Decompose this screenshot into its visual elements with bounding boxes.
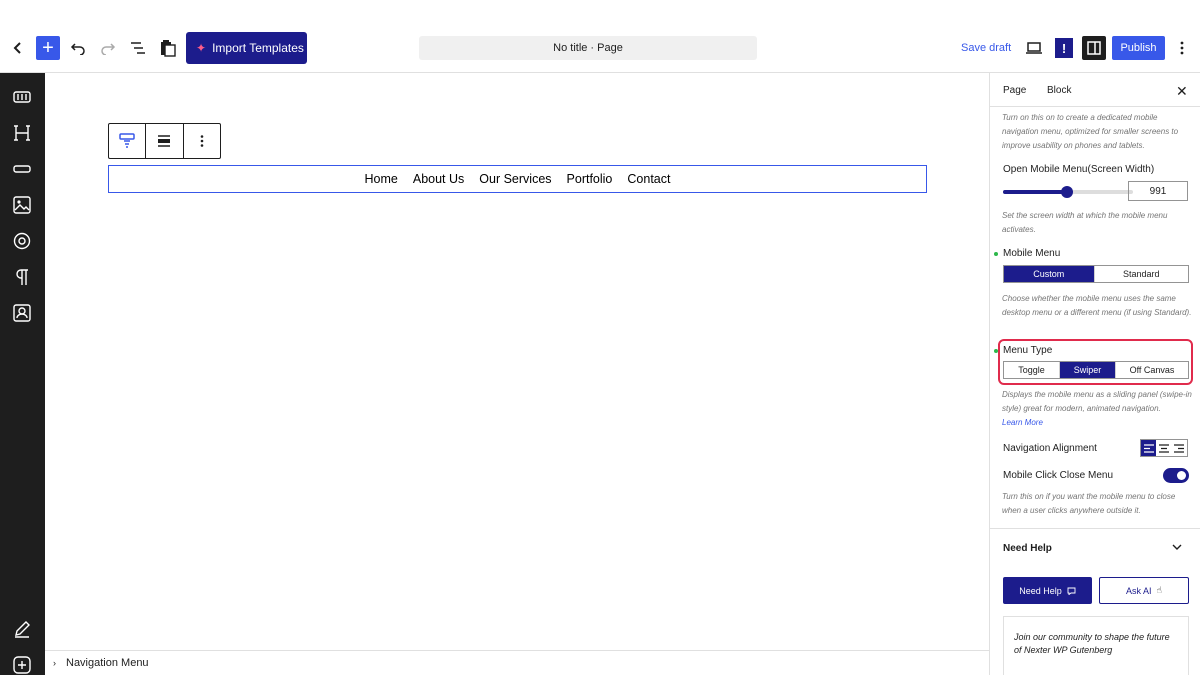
mobile-menu-standard-button[interactable]: Standard — [1095, 266, 1188, 282]
screen-width-slider[interactable] — [1003, 186, 1133, 198]
document-title-text: No title · Page — [553, 42, 623, 54]
align-right-button[interactable] — [1172, 440, 1187, 456]
mobile-menu-custom-button[interactable]: Custom — [1004, 266, 1095, 282]
menu-type-help-text: Displays the mobile menu as a sliding pa… — [1002, 390, 1192, 413]
panel-tabs: Page Block ✕ — [990, 73, 1200, 107]
community-card: Join our community to shape the future o… — [1003, 616, 1189, 675]
need-help-button-label: Need Help — [1019, 585, 1062, 596]
breadcrumb-item[interactable]: Navigation Menu — [66, 657, 149, 669]
circle-target-icon[interactable] — [11, 230, 33, 252]
user-profile-icon[interactable] — [11, 302, 33, 324]
block-type-button[interactable] — [109, 124, 147, 158]
block-toolbar — [108, 123, 221, 159]
import-templates-button[interactable]: ✦ Import Templates — [186, 32, 307, 64]
navigation-alignment-group — [1140, 439, 1188, 457]
close-icon[interactable]: ✕ — [1176, 83, 1188, 100]
align-justify-icon — [158, 135, 171, 147]
kebab-icon — [200, 135, 204, 147]
breadcrumb-chevron-icon: › — [53, 658, 56, 668]
menu-type-offcanvas-button[interactable]: Off Canvas — [1116, 362, 1188, 378]
button-block-icon[interactable] — [11, 158, 33, 180]
top-toolbar: + ✦ Import Templates No title · Page Sav… — [0, 0, 1200, 73]
mobile-menu-help: Choose whether the mobile menu uses the … — [1002, 294, 1192, 317]
notice-label: ! — [1061, 40, 1067, 56]
community-text: Join our community to shape the future o… — [1014, 632, 1170, 655]
menu-type-toggle-button[interactable]: Toggle — [1004, 362, 1060, 378]
menu-type-help: Displays the mobile menu as a sliding pa… — [1002, 388, 1192, 430]
paragraph-icon[interactable] — [11, 266, 33, 288]
nav-item-about[interactable]: About Us — [413, 172, 464, 186]
tab-page[interactable]: Page — [1003, 85, 1026, 96]
nav-item-home[interactable]: Home — [365, 172, 398, 186]
ask-ai-button-label: Ask AI — [1126, 585, 1152, 596]
edit-pencil-icon[interactable] — [11, 618, 33, 640]
mobile-click-close-label: Mobile Click Close Menu — [1003, 470, 1114, 481]
redo-icon[interactable] — [96, 36, 120, 60]
list-view-icon[interactable] — [126, 36, 150, 60]
preview-desktop-icon[interactable] — [1022, 36, 1046, 60]
navigation-block[interactable]: Home About Us Our Services Portfolio Con… — [108, 165, 927, 193]
mobile-menu-segmented: Custom Standard — [1003, 265, 1189, 283]
tab-block[interactable]: Block — [1047, 85, 1071, 96]
navigation-alignment-label: Navigation Alignment — [1003, 443, 1097, 454]
import-templates-label: Import Templates — [212, 41, 304, 55]
mobile-click-close-help: Turn this on if you want the mobile menu… — [1002, 492, 1176, 515]
align-center-icon — [1158, 443, 1169, 453]
chevron-down-icon[interactable] — [1172, 541, 1182, 553]
publish-label: Publish — [1120, 42, 1157, 54]
menu-type-swiper-button[interactable]: Swiper — [1060, 362, 1116, 378]
nexter-logo-icon: ✦ — [196, 41, 207, 55]
align-center-button[interactable] — [1156, 440, 1171, 456]
save-draft-button[interactable]: Save draft — [961, 42, 1011, 54]
image-icon[interactable] — [11, 194, 33, 216]
undo-icon[interactable] — [66, 36, 90, 60]
publish-button[interactable]: Publish — [1112, 36, 1165, 60]
nav-item-services[interactable]: Our Services — [479, 172, 551, 186]
cursor-pointer-icon: ☝ — [1156, 585, 1162, 595]
nav-item-contact[interactable]: Contact — [627, 172, 670, 186]
ask-ai-button[interactable]: Ask AI ☝ — [1099, 577, 1189, 604]
settings-sidebar-toggle[interactable] — [1082, 36, 1106, 60]
align-left-icon — [1143, 443, 1154, 453]
editor-canvas: Home About Us Our Services Portfolio Con… — [45, 73, 989, 650]
chat-icon — [1067, 587, 1076, 595]
layout-blocks-icon[interactable] — [11, 86, 33, 108]
mobile-menu-label: Mobile Menu — [1003, 248, 1061, 259]
mobile-click-close-toggle[interactable] — [1163, 468, 1189, 483]
align-right-icon — [1174, 443, 1185, 453]
slider-fill — [1003, 190, 1067, 194]
modified-dot — [994, 252, 998, 256]
more-options-icon[interactable] — [1170, 36, 1194, 60]
left-sidebar — [0, 73, 45, 675]
clipboard-icon[interactable] — [156, 36, 180, 60]
nav-item-portfolio[interactable]: Portfolio — [567, 172, 613, 186]
menu-type-segmented: Toggle Swiper Off Canvas — [1003, 361, 1189, 379]
back-chevron-icon[interactable] — [6, 36, 30, 60]
document-title[interactable]: No title · Page — [419, 36, 757, 60]
heading-icon[interactable] — [11, 122, 33, 144]
screen-width-help: Set the screen width at which the mobile… — [1002, 211, 1168, 234]
block-options-button[interactable] — [184, 124, 220, 158]
need-help-heading: Need Help — [1003, 543, 1052, 554]
justify-button[interactable] — [146, 124, 184, 158]
navigation-block-icon — [119, 133, 135, 148]
section-divider — [990, 528, 1200, 529]
screen-width-value: 991 — [1149, 185, 1167, 197]
learn-more-link[interactable]: Learn More — [1002, 418, 1043, 427]
align-left-button[interactable] — [1141, 440, 1157, 456]
add-block-button[interactable]: + — [36, 36, 60, 60]
mobile-menu-intro-help: Turn on this on to create a dedicated mo… — [1002, 113, 1179, 150]
slider-thumb[interactable] — [1060, 186, 1073, 198]
breadcrumb: › Navigation Menu — [45, 650, 989, 675]
notice-button[interactable]: ! — [1055, 38, 1073, 58]
modified-dot — [994, 349, 998, 353]
menu-type-label: Menu Type — [1003, 345, 1053, 356]
screen-width-input[interactable]: 991 — [1128, 181, 1188, 201]
open-mobile-menu-label: Open Mobile Menu(Screen Width) — [1003, 164, 1155, 175]
need-help-button[interactable]: Need Help — [1003, 577, 1092, 604]
settings-panel: Page Block ✕ Turn on this on to create a… — [989, 73, 1200, 675]
add-circle-icon[interactable] — [11, 654, 33, 676]
